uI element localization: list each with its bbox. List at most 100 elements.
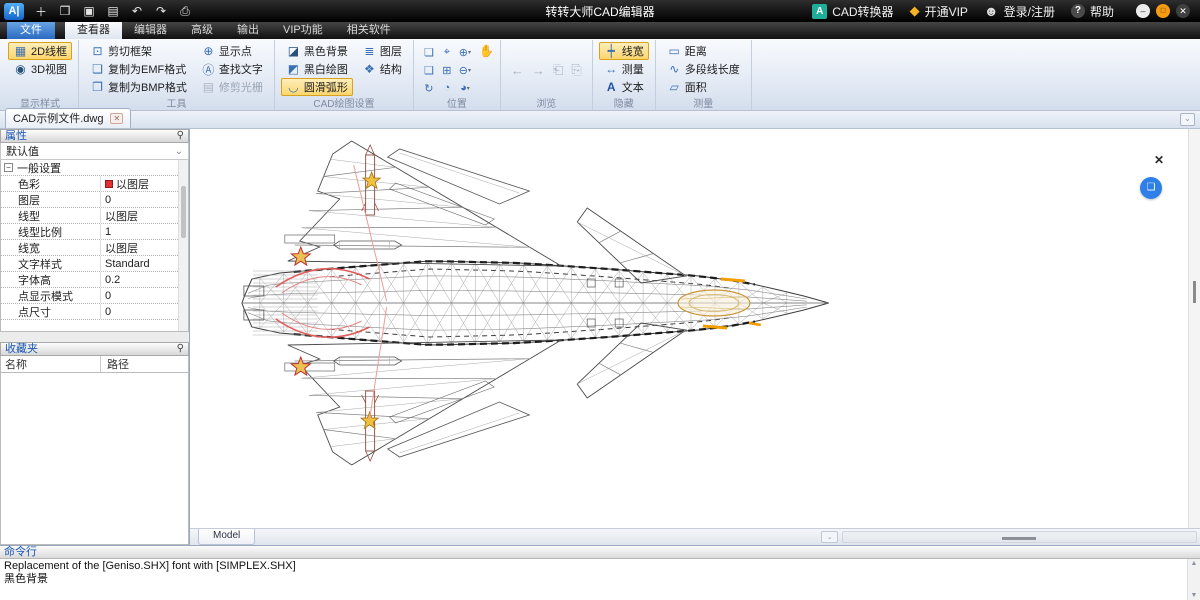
menu-tab-editor[interactable]: 编辑器 [122, 19, 179, 39]
property-value[interactable]: 以图层 [101, 176, 188, 192]
tab-list-button[interactable]: ⌄ [1180, 113, 1195, 126]
polyline-length-button[interactable]: ∿ 多段线长度 [662, 60, 745, 78]
property-row[interactable]: 文字样式Standard [1, 256, 188, 272]
menu-tab-viewer[interactable]: 查看器 [65, 19, 122, 39]
menu-file-button[interactable]: 文件 [7, 20, 55, 39]
canvas-hscrollbar[interactable] [842, 531, 1197, 543]
zoom-in-icon[interactable]: ⊕▾ [456, 43, 474, 61]
properties-scrollbar[interactable] [178, 160, 188, 331]
property-value[interactable]: 以图层 [101, 240, 188, 256]
group-label-position: 位置 [414, 95, 500, 110]
line-width-button[interactable]: ┿ 线宽 [599, 42, 649, 60]
new-file-icon[interactable]: ＋ [29, 3, 53, 20]
command-line-output[interactable]: Replacement of the [Geniso.SHX] font wit… [0, 559, 1200, 600]
aircraft-markings [276, 165, 761, 428]
help-button[interactable]: ? 帮助 [1071, 3, 1114, 20]
vip-button[interactable]: ◆ 开通VIP [910, 3, 968, 20]
app-logo[interactable]: A| [4, 3, 24, 20]
property-row[interactable]: 色彩以图层 [1, 176, 188, 192]
menu-tab-vip[interactable]: VIP功能 [271, 19, 335, 39]
zoom-out-icon[interactable]: ⊖▾ [456, 61, 474, 79]
minimize-button[interactable]: – [1136, 4, 1150, 18]
property-value[interactable]: Standard [101, 258, 188, 270]
maximize-button[interactable]: ◻ [1156, 4, 1170, 18]
text-icon: A [604, 80, 619, 94]
cad-converter-button[interactable]: A CAD转换器 [812, 3, 893, 20]
undo-icon[interactable]: ↶ [125, 4, 149, 18]
area-label: 面积 [685, 79, 707, 95]
scroll-down-icon[interactable]: ▼ [1188, 592, 1200, 599]
pan-icon[interactable]: ✋ [479, 44, 494, 58]
property-value[interactable]: 0.2 [101, 274, 188, 286]
property-value[interactable]: 1 [101, 226, 188, 238]
vip-label: 开通VIP [925, 3, 968, 20]
pin-icon[interactable]: ⚲ [177, 131, 184, 141]
previous-view-icon[interactable]: ❏ [420, 43, 438, 61]
smooth-arc-button[interactable]: ◡ 圆滑弧形 [281, 78, 353, 96]
cad-converter-label: CAD转换器 [832, 3, 893, 20]
cad-drawing[interactable] [190, 129, 1188, 528]
open-file-icon[interactable]: ❒ [53, 4, 77, 18]
property-row[interactable]: 点尺寸0 [1, 304, 188, 320]
canvas-close-icon[interactable]: ✕ [1154, 153, 1164, 167]
canvas-vscrollbar[interactable] [1188, 129, 1200, 528]
layers-button[interactable]: ≣ 图层 [357, 42, 407, 60]
property-name: 字体高 [1, 272, 101, 287]
pin-icon[interactable]: ⚲ [177, 344, 184, 354]
property-row[interactable]: 点显示模式0 [1, 288, 188, 304]
favorites-body[interactable] [0, 373, 189, 545]
hide-text-button[interactable]: A 文本 [599, 78, 649, 96]
wireframe-2d-button[interactable]: ▦ 2D线框 [8, 42, 72, 60]
property-row[interactable]: 线型比例1 [1, 224, 188, 240]
copy-emf-icon: ❏ [90, 62, 105, 76]
distance-button[interactable]: ▭ 距离 [662, 42, 745, 60]
copy-bmp-button[interactable]: ❐ 复制为BMP格式 [85, 78, 192, 96]
property-group-row[interactable]: − 一般设置 [1, 160, 188, 176]
copy-emf-button[interactable]: ❏ 复制为EMF格式 [85, 60, 192, 78]
save-file-icon[interactable]: ▣ [77, 4, 101, 18]
command-scrollbar[interactable]: ▲ ▼ [1187, 559, 1200, 600]
property-value[interactable]: 0 [101, 194, 188, 206]
convert-floating-button[interactable]: ❏ [1140, 177, 1162, 199]
redo-icon[interactable]: ↷ [149, 4, 173, 18]
property-row[interactable]: 线宽以图层 [1, 240, 188, 256]
show-points-button[interactable]: ⊕ 显示点 [196, 42, 268, 60]
drawing-canvas[interactable]: ✕ ❏ Model ⌄ [190, 129, 1200, 545]
scrollbar-thumb[interactable] [1002, 537, 1036, 540]
property-value[interactable]: 0 [101, 306, 188, 318]
structure-button[interactable]: ❖ 结构 [357, 60, 407, 78]
preset-select[interactable]: 默认值 ⌄ [0, 143, 189, 160]
menu-tab-advanced[interactable]: 高级 [179, 19, 225, 39]
print-icon[interactable]: ⎙ [173, 4, 197, 19]
zoom-window-icon[interactable]: ⌖ [438, 43, 456, 61]
show-points-icon: ⊕ [201, 44, 216, 58]
property-value[interactable]: 0 [101, 290, 188, 302]
property-value[interactable]: 以图层 [101, 208, 188, 224]
black-background-button[interactable]: ◪ 黑色背景 [281, 42, 353, 60]
document-tab-strip: CAD示例文件.dwg ✕ ⌄ [0, 111, 1200, 129]
property-row[interactable]: 线型以图层 [1, 208, 188, 224]
collapse-icon[interactable]: − [4, 163, 13, 172]
property-row[interactable]: 字体高0.2 [1, 272, 188, 288]
find-text-button[interactable]: Ⓐ 查找文字 [196, 60, 268, 78]
document-tab[interactable]: CAD示例文件.dwg ✕ [5, 108, 131, 128]
property-row[interactable]: 图层0 [1, 192, 188, 208]
export-pdf-icon[interactable]: ▤ [101, 4, 125, 18]
clip-frame-button[interactable]: ⊡ 剪切框架 [85, 42, 192, 60]
menu-tab-output[interactable]: 输出 [225, 19, 271, 39]
login-button[interactable]: ☻ 登录/注册 [984, 3, 1055, 20]
bw-drawing-button[interactable]: ◩ 黑白绘图 [281, 60, 353, 78]
model-tab[interactable]: Model [198, 529, 255, 545]
hide-measure-button[interactable]: ↔ 测量 [599, 60, 649, 78]
scroll-options-button[interactable]: ⌄ [821, 531, 838, 543]
area-button[interactable]: ▱ 面积 [662, 78, 745, 96]
view-3d-button[interactable]: ◉ 3D视图 [8, 60, 72, 78]
fit-window-icon[interactable]: ⊞ [438, 61, 456, 79]
scrollbar-thumb[interactable] [181, 186, 186, 238]
scroll-up-icon[interactable]: ▲ [1188, 560, 1200, 567]
menu-tab-related[interactable]: 相关软件 [335, 19, 403, 39]
tab-close-icon[interactable]: ✕ [110, 113, 123, 124]
close-window-button[interactable]: ✕ [1176, 4, 1190, 18]
scrollbar-thumb[interactable] [1193, 281, 1196, 303]
cascade-view-icon[interactable]: ❑ [420, 61, 438, 79]
